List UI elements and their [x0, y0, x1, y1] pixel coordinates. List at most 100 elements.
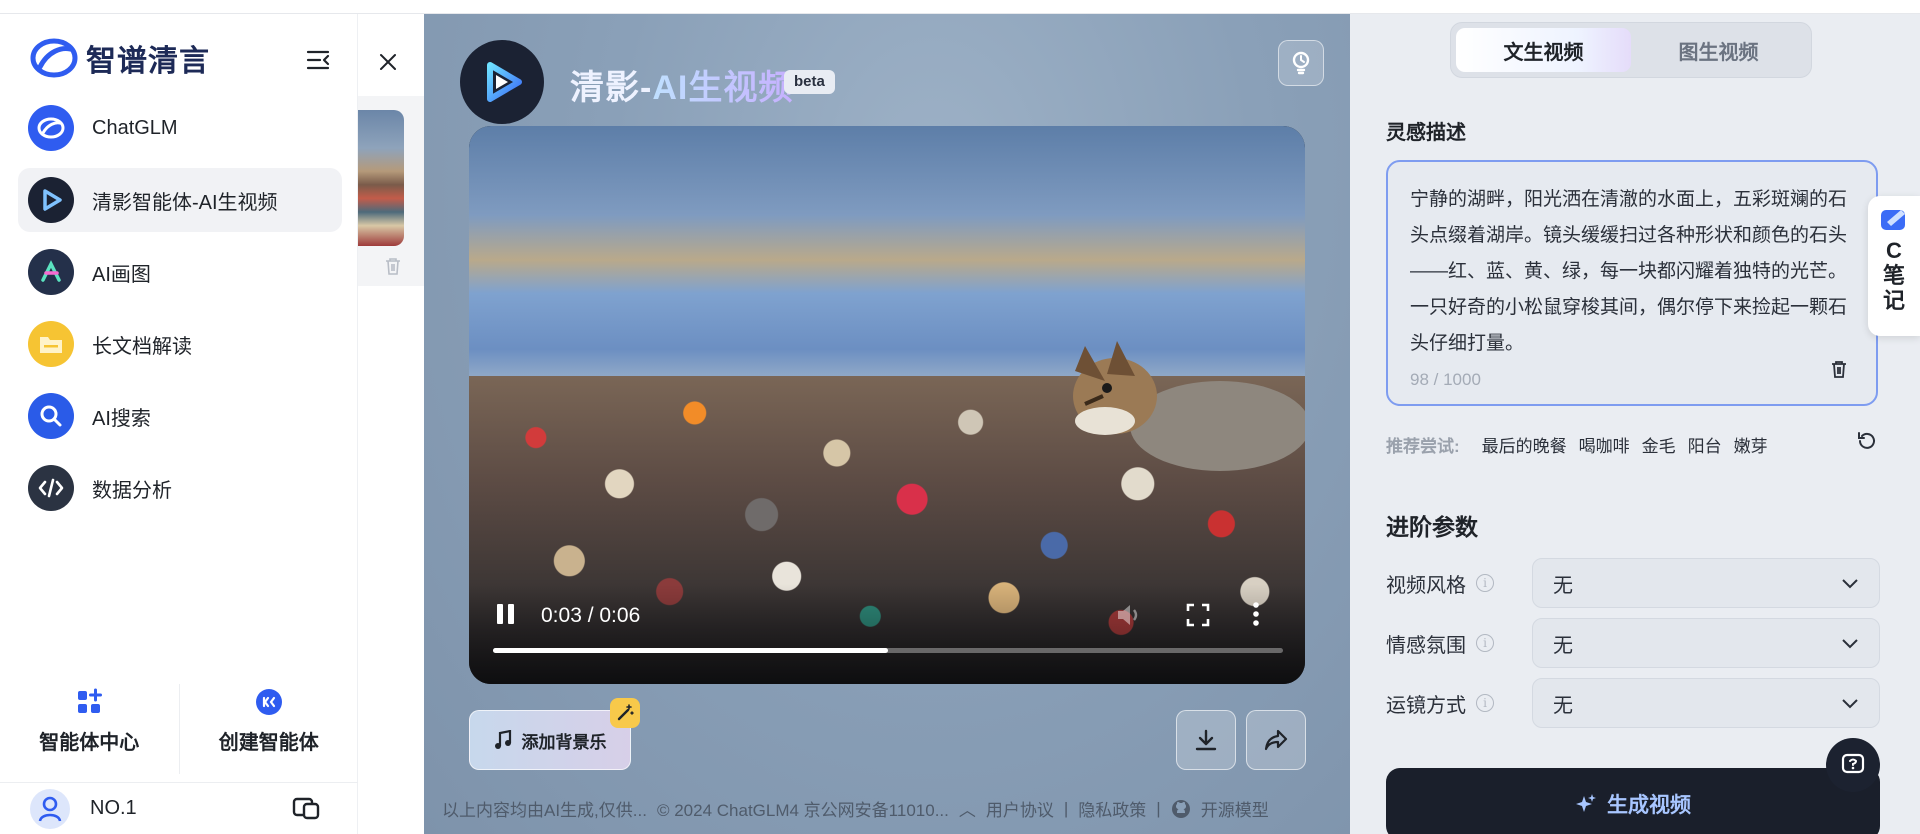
qingying-logo-icon	[460, 40, 544, 124]
sidebar-item-qingying[interactable]: 清影智能体-AI生视频	[18, 168, 342, 232]
settings-panel: 文生视频 图生视频 灵感描述 宁静的湖畔，阳光洒在清澈的水面上，五彩斑斓的石头点…	[1350, 14, 1920, 834]
generate-video-button[interactable]: 生成视频	[1386, 768, 1880, 834]
brand[interactable]: 智谱清言	[30, 36, 210, 80]
sidebar-nav: ChatGLM 清影智能体-AI生视频 AI画图 长文档解读 AI搜索 数据分析	[18, 96, 342, 528]
chevron-down-icon	[1842, 579, 1858, 589]
tab-text-to-video[interactable]: 文生视频	[1456, 28, 1631, 72]
footer-disclaimer: 以上内容均由AI生成,仅供...	[442, 801, 647, 820]
help-icon[interactable]	[1826, 738, 1880, 792]
sidebar-item-ai-search[interactable]: AI搜索	[18, 384, 342, 448]
chevron-up-icon[interactable]: ︿	[959, 796, 976, 821]
share-button[interactable]	[1246, 710, 1306, 770]
app-title-highlight: AI生视频	[652, 69, 794, 107]
sidebar-item-long-doc[interactable]: 长文档解读	[18, 312, 342, 376]
param-label: 视频风格 i	[1386, 569, 1532, 598]
suggestion-chip[interactable]: 阳台	[1688, 432, 1722, 457]
info-icon[interactable]: i	[1476, 634, 1494, 652]
select-value: 无	[1553, 634, 1573, 657]
agent-center-label: 智能体中心	[39, 732, 140, 754]
footer-link-privacy[interactable]: 隐私政策	[1078, 796, 1146, 821]
fullscreen-icon[interactable]	[1185, 602, 1211, 633]
video-time: 0:03 / 0:06	[541, 604, 641, 627]
footer-link-opensource[interactable]: 开源模型	[1201, 796, 1269, 821]
beta-badge: beta	[784, 70, 835, 94]
user-bar[interactable]: NO.1	[0, 782, 358, 834]
brand-name: 智谱清言	[86, 45, 210, 78]
param-row-camera: 运镜方式 i 无	[1386, 678, 1880, 728]
add-bgm-button[interactable]: 添加背景乐	[469, 710, 631, 770]
history-thumbnail[interactable]	[358, 110, 404, 246]
top-border	[0, 0, 1920, 14]
video-progress-track[interactable]	[493, 648, 1283, 653]
mood-select[interactable]: 无	[1532, 618, 1880, 668]
footer-divider: |	[1156, 798, 1161, 818]
volume-icon[interactable]	[1115, 602, 1143, 633]
github-icon[interactable]	[1171, 799, 1191, 819]
sidebar-item-chatglm[interactable]: ChatGLM	[18, 96, 342, 160]
note-float-button[interactable]: C笔记	[1868, 196, 1920, 336]
prompt-count: 98 / 1000	[1410, 370, 1481, 389]
suggestion-chip[interactable]: 嫩芽	[1734, 432, 1768, 457]
share-icon	[1264, 729, 1288, 751]
history-panel	[358, 14, 424, 834]
agent-center-button[interactable]: 智能体中心	[0, 684, 179, 774]
more-vertical-icon[interactable]	[1251, 600, 1261, 633]
suggestion-chip[interactable]: 金毛	[1642, 432, 1676, 457]
prompt-textarea[interactable]: 宁静的湖畔，阳光洒在清澈的水面上，五彩斑斓的石头点缀着湖岸。镜头缓缓扫过各种形状…	[1386, 160, 1878, 406]
sidebar-item-ai-draw[interactable]: AI画图	[18, 240, 342, 304]
pause-icon[interactable]	[497, 604, 517, 626]
download-button[interactable]	[1176, 710, 1236, 770]
avatar[interactable]	[30, 788, 70, 829]
zhipu-logo-icon	[30, 38, 78, 78]
camera-select[interactable]: 无	[1532, 678, 1880, 728]
collapse-sidebar-icon[interactable]	[304, 46, 332, 74]
refresh-icon[interactable]	[1856, 430, 1878, 457]
style-select[interactable]: 无	[1532, 558, 1880, 608]
footer-link-terms[interactable]: 用户协议	[986, 796, 1054, 821]
param-label: 运镜方式 i	[1386, 689, 1532, 718]
bulb-icon[interactable]	[1278, 40, 1324, 86]
ai-draw-icon	[28, 249, 74, 295]
param-row-style: 视频风格 i 无	[1386, 558, 1880, 608]
create-agent-button[interactable]: 创建智能体	[178, 684, 359, 774]
app-title-main: 清影-	[570, 69, 653, 107]
squirrel-figure	[1073, 341, 1305, 471]
sidebar-item-label: ChatGLM	[92, 116, 178, 139]
video-player[interactable]: 0:03 / 0:06	[469, 126, 1305, 684]
suggest-lead: 推荐尝试:	[1386, 437, 1460, 456]
info-icon[interactable]: i	[1476, 574, 1494, 592]
tab-image-to-video[interactable]: 图生视频	[1631, 28, 1806, 72]
app-title: 清影-AI生视频	[570, 60, 793, 109]
suggestion-chip[interactable]: 喝咖啡	[1579, 432, 1630, 457]
trash-icon[interactable]	[384, 256, 402, 281]
footer-copyright: © 2024 ChatGLM4 京公网安备11010...	[656, 801, 949, 820]
sidebar-item-label: 长文档解读	[92, 335, 192, 358]
sidebar-item-label: 清影智能体-AI生视频	[92, 191, 278, 214]
switch-window-icon[interactable]	[292, 795, 322, 826]
suggestion-chip[interactable]: 最后的晚餐	[1482, 432, 1567, 457]
chevron-down-icon	[1842, 639, 1858, 649]
select-value: 无	[1553, 694, 1573, 717]
history-item	[358, 96, 424, 286]
magic-wand-icon	[610, 698, 640, 728]
prompt-text: 宁静的湖畔，阳光洒在清澈的水面上，五彩斑斓的石头点缀着湖岸。镜头缓缓扫过各种形状…	[1410, 189, 1848, 354]
video-progress-fill	[493, 648, 888, 653]
sidebar-item-label: AI画图	[92, 263, 151, 286]
search-icon	[28, 393, 74, 439]
footer-divider: |	[1063, 798, 1069, 818]
code-icon	[28, 465, 74, 511]
info-icon[interactable]: i	[1476, 694, 1494, 712]
trash-icon[interactable]	[1830, 359, 1848, 384]
qingying-play-icon	[28, 177, 74, 223]
add-bgm-label: 添加背景乐	[521, 732, 607, 752]
param-label: 情感氛围 i	[1386, 629, 1532, 658]
video-controls	[469, 584, 1305, 684]
sidebar-item-data-analysis[interactable]: 数据分析	[18, 456, 342, 520]
advanced-title: 进阶参数	[1386, 514, 1478, 540]
create-agent-label: 创建智能体	[218, 732, 319, 754]
sidebar: 智谱清言 ChatGLM 清影智能体-AI生视频 AI画图 长文档解读 AI搜索…	[0, 14, 358, 834]
video-stage: 清影-AI生视频 beta 0:03 / 0:06 添加背景乐 以上内容均由AI…	[424, 14, 1350, 834]
sidebar-item-label: 数据分析	[92, 479, 172, 502]
close-icon[interactable]	[370, 44, 406, 80]
user-name: NO.1	[90, 797, 137, 819]
